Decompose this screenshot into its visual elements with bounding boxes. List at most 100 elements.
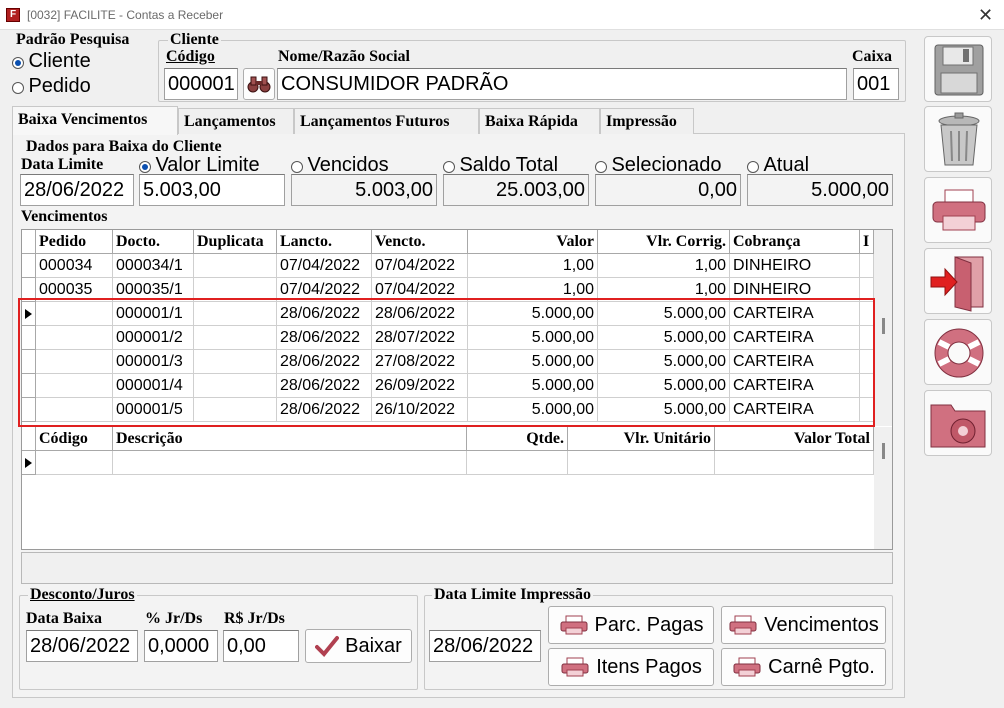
cell-valor[interactable]: 1,00 — [468, 278, 598, 302]
cell-pedido[interactable]: 000035 — [36, 278, 113, 302]
save-button[interactable] — [924, 36, 992, 102]
cell-docto[interactable]: 000001/4 — [113, 374, 194, 398]
cell-lancto[interactable]: 28/06/2022 — [277, 374, 372, 398]
col-header-vencto[interactable]: Vencto. — [372, 230, 468, 254]
radio-selecionado-indicator[interactable] — [595, 160, 607, 173]
cell-vlr-corrig[interactable]: 1,00 — [598, 254, 730, 278]
itens-pagos-button[interactable]: Itens Pagos — [548, 648, 714, 686]
close-icon[interactable]: ✕ — [978, 5, 993, 26]
cell-i[interactable] — [860, 398, 874, 422]
itens-cell[interactable] — [113, 451, 467, 475]
cell-cobranca[interactable]: CARTEIRA — [730, 398, 860, 422]
cell-lancto[interactable]: 07/04/2022 — [277, 254, 372, 278]
cell-pedido[interactable] — [36, 302, 113, 326]
cell-valor[interactable]: 1,00 — [468, 254, 598, 278]
cell-duplicata[interactable] — [194, 326, 277, 350]
cell-duplicata[interactable] — [194, 278, 277, 302]
cell-valor[interactable]: 5.000,00 — [468, 398, 598, 422]
cell-vencto[interactable]: 28/07/2022 — [372, 326, 468, 350]
radio-saldo-total-indicator[interactable] — [443, 160, 455, 173]
itens-scroll-thumb[interactable] — [882, 443, 885, 459]
tab-baixa-rapida[interactable]: Baixa Rápida — [479, 108, 600, 134]
itens-cell[interactable] — [36, 451, 113, 475]
cell-vencto[interactable]: 26/09/2022 — [372, 374, 468, 398]
cell-pedido[interactable] — [36, 326, 113, 350]
settings-button[interactable] — [924, 390, 992, 456]
cell-pedido[interactable] — [36, 374, 113, 398]
cell-vencto[interactable]: 26/10/2022 — [372, 398, 468, 422]
col-header-valor[interactable]: Valor — [468, 230, 598, 254]
cell-i[interactable] — [860, 278, 874, 302]
vencimentos-grid[interactable]: Pedido Docto. Duplicata Lancto. Vencto. … — [21, 229, 893, 550]
jr-pct-field[interactable]: 0,0000 — [144, 630, 218, 662]
data-baixa-field[interactable]: 28/06/2022 — [26, 630, 138, 662]
row-indicator[interactable] — [22, 350, 36, 374]
row-indicator[interactable] — [22, 398, 36, 422]
caixa-field[interactable]: 001 — [853, 68, 899, 100]
cell-vencto[interactable]: 07/04/2022 — [372, 254, 468, 278]
cell-pedido[interactable]: 000034 — [36, 254, 113, 278]
cell-i[interactable] — [860, 254, 874, 278]
cell-docto[interactable]: 000001/1 — [113, 302, 194, 326]
itens-scrollbar[interactable] — [874, 427, 892, 549]
grid-horizontal-scrollbar[interactable] — [21, 552, 893, 584]
col-header-codigo[interactable]: Código — [36, 427, 113, 451]
cell-i[interactable] — [860, 350, 874, 374]
cell-vlr-corrig[interactable]: 5.000,00 — [598, 374, 730, 398]
col-header-i[interactable]: I — [860, 230, 874, 254]
cell-i[interactable] — [860, 374, 874, 398]
impressao-date-field[interactable]: 28/06/2022 — [429, 630, 541, 662]
cell-cobranca[interactable]: CARTEIRA — [730, 374, 860, 398]
cell-valor[interactable]: 5.000,00 — [468, 374, 598, 398]
col-header-vlr-unitario[interactable]: Vlr. Unitário — [568, 427, 715, 451]
cell-duplicata[interactable] — [194, 302, 277, 326]
help-button[interactable] — [924, 319, 992, 385]
cell-docto[interactable]: 000035/1 — [113, 278, 194, 302]
col-header-lancto[interactable]: Lancto. — [277, 230, 372, 254]
cell-docto[interactable]: 000001/3 — [113, 350, 194, 374]
row-indicator[interactable] — [22, 254, 36, 278]
exit-button[interactable] — [924, 248, 992, 314]
col-header-qtde[interactable]: Qtde. — [467, 427, 568, 451]
tab-lancamentos[interactable]: Lançamentos — [178, 108, 294, 134]
cell-docto[interactable]: 000034/1 — [113, 254, 194, 278]
jr-rs-field[interactable]: 0,00 — [223, 630, 299, 662]
col-header-duplicata[interactable]: Duplicata — [194, 230, 277, 254]
cell-duplicata[interactable] — [194, 398, 277, 422]
cell-i[interactable] — [860, 326, 874, 350]
tab-lancamentos-futuros[interactable]: Lançamentos Futuros — [294, 108, 479, 134]
cell-vencto[interactable]: 28/06/2022 — [372, 302, 468, 326]
cell-pedido[interactable] — [36, 350, 113, 374]
cell-vencto[interactable]: 07/04/2022 — [372, 278, 468, 302]
cell-docto[interactable]: 000001/2 — [113, 326, 194, 350]
radio-cliente-indicator[interactable] — [12, 56, 24, 69]
cell-vlr-corrig[interactable]: 5.000,00 — [598, 398, 730, 422]
codigo-field[interactable]: 000001 — [164, 68, 238, 100]
col-header-cobranca[interactable]: Cobrança — [730, 230, 860, 254]
tab-impressao[interactable]: Impressão — [600, 108, 694, 134]
data-limite-field[interactable]: 28/06/2022 — [20, 174, 134, 206]
cell-vlr-corrig[interactable]: 1,00 — [598, 278, 730, 302]
cell-cobranca[interactable]: CARTEIRA — [730, 350, 860, 374]
cell-pedido[interactable] — [36, 398, 113, 422]
cell-vlr-corrig[interactable]: 5.000,00 — [598, 302, 730, 326]
vencimentos-scroll-thumb[interactable] — [882, 318, 885, 334]
cell-docto[interactable]: 000001/5 — [113, 398, 194, 422]
cell-cobranca[interactable]: DINHEIRO — [730, 278, 860, 302]
nome-field[interactable]: CONSUMIDOR PADRÃO — [277, 68, 847, 100]
tab-baixa-vencimentos[interactable]: Baixa Vencimentos — [12, 106, 178, 135]
col-header-docto[interactable]: Docto. — [113, 230, 194, 254]
cell-valor[interactable]: 5.000,00 — [468, 302, 598, 326]
cell-cobranca[interactable]: CARTEIRA — [730, 302, 860, 326]
itens-cell[interactable] — [467, 451, 568, 475]
delete-button[interactable] — [924, 106, 992, 172]
print-button[interactable] — [924, 177, 992, 243]
cell-valor[interactable]: 5.000,00 — [468, 350, 598, 374]
cell-lancto[interactable]: 28/06/2022 — [277, 350, 372, 374]
cell-vlr-corrig[interactable]: 5.000,00 — [598, 326, 730, 350]
cell-duplicata[interactable] — [194, 374, 277, 398]
cell-i[interactable] — [860, 302, 874, 326]
radio-pedido-indicator[interactable] — [12, 81, 24, 94]
col-header-descricao[interactable]: Descrição — [113, 427, 467, 451]
row-indicator[interactable] — [22, 374, 36, 398]
